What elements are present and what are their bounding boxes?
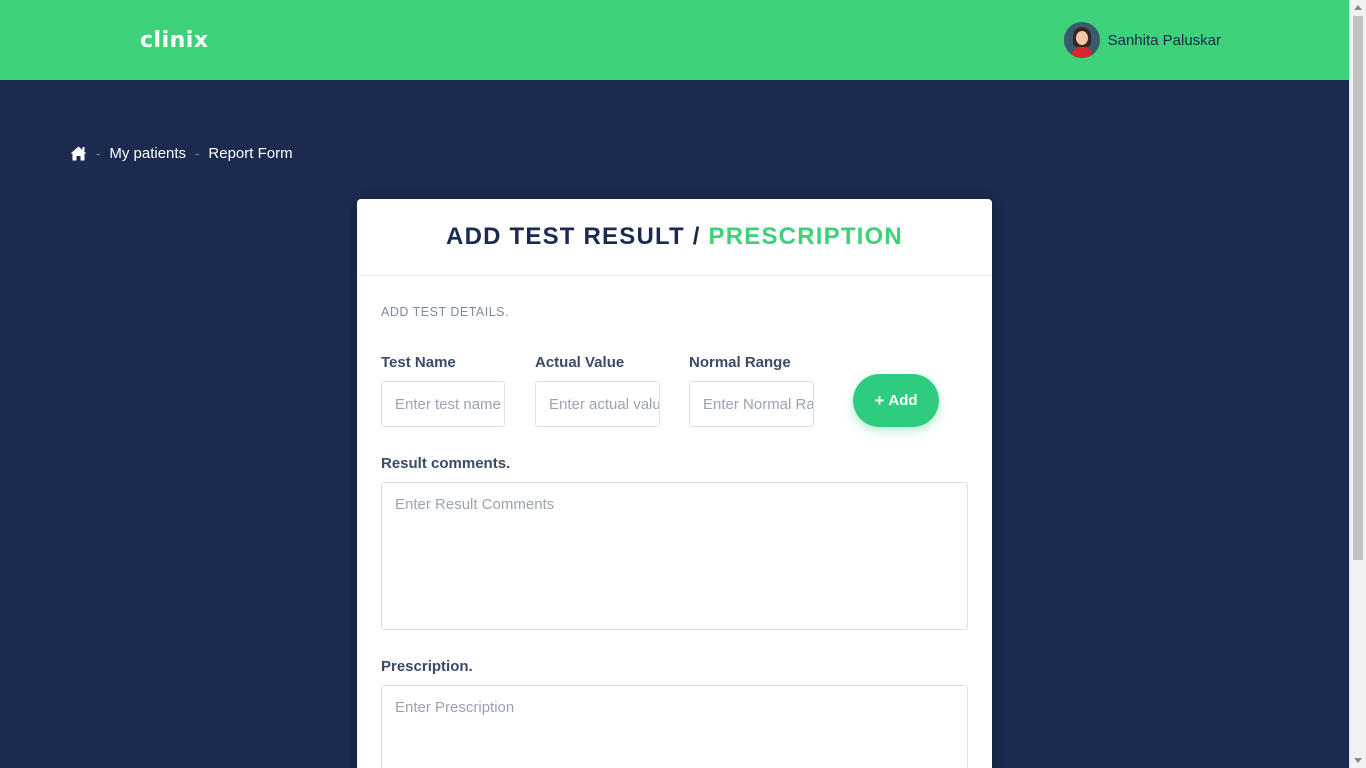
result-comments-label: Result comments. bbox=[381, 455, 511, 472]
add-button[interactable]: + Add bbox=[853, 374, 939, 427]
actual-value-input[interactable]: Enter actual value bbox=[535, 381, 660, 427]
scroll-up-icon[interactable] bbox=[1354, 5, 1362, 10]
card-header: ADD TEST RESULT / PRESCRIPTION bbox=[357, 199, 992, 276]
title-accent: PRESCRIPTION bbox=[708, 223, 903, 250]
scroll-down-icon[interactable] bbox=[1354, 758, 1362, 763]
test-name-input[interactable]: Enter test name bbox=[381, 381, 505, 427]
user-name[interactable]: Sanhita Paluskar bbox=[1108, 32, 1221, 49]
breadcrumb-separator: - bbox=[96, 145, 101, 161]
normal-range-label: Normal Range bbox=[689, 354, 791, 371]
app-logo[interactable]: clinix bbox=[140, 28, 209, 53]
actual-value-label: Actual Value bbox=[535, 354, 625, 371]
page-title: ADD TEST RESULT / PRESCRIPTION bbox=[446, 223, 903, 251]
top-header: clinix Sanhita Paluskar bbox=[0, 0, 1349, 80]
avatar[interactable] bbox=[1063, 22, 1100, 58]
page-scrollbar[interactable] bbox=[1349, 0, 1366, 768]
add-button-label: Add bbox=[888, 392, 918, 409]
user-menu[interactable]: Sanhita Paluskar bbox=[1063, 22, 1221, 58]
breadcrumb-separator: - bbox=[195, 145, 200, 161]
breadcrumb-report-form: Report Form bbox=[208, 144, 293, 162]
breadcrumb: - My patients - Report Form bbox=[70, 143, 293, 163]
breadcrumb-my-patients[interactable]: My patients bbox=[109, 145, 186, 162]
title-main: ADD TEST RESULT / bbox=[446, 223, 709, 250]
prescription-textarea[interactable]: Enter Prescription bbox=[381, 685, 968, 768]
test-name-label: Test Name bbox=[381, 354, 456, 371]
section-label: ADD TEST DETAILS. bbox=[381, 305, 509, 319]
normal-range-input[interactable]: Enter Normal Range bbox=[689, 381, 814, 427]
prescription-label: Prescription. bbox=[381, 658, 473, 675]
plus-icon: + bbox=[874, 391, 885, 410]
home-icon[interactable] bbox=[70, 146, 87, 161]
scrollbar-thumb[interactable] bbox=[1353, 16, 1363, 560]
report-form-card: ADD TEST RESULT / PRESCRIPTION ADD TEST … bbox=[357, 199, 992, 768]
result-comments-textarea[interactable]: Enter Result Comments bbox=[381, 482, 968, 630]
